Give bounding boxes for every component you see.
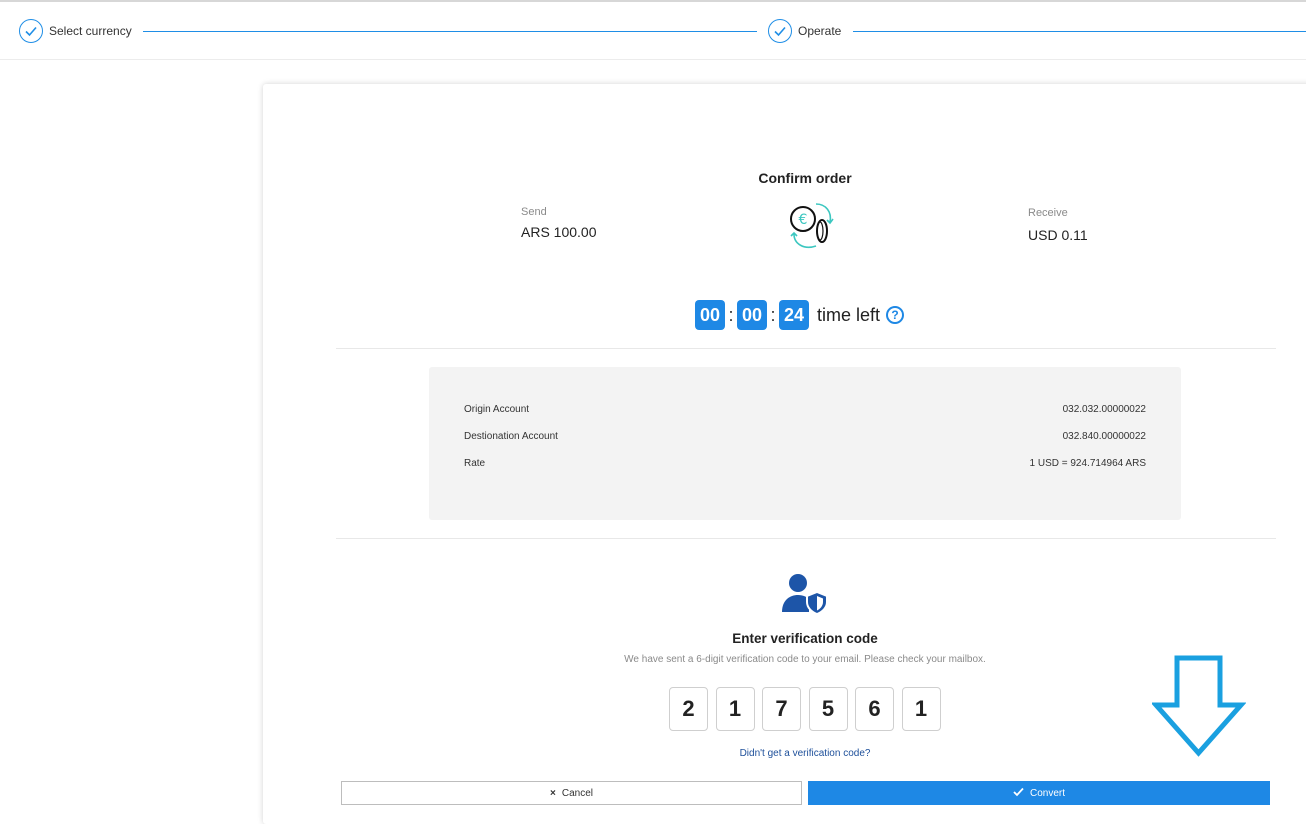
step-operate[interactable]: Operate — [768, 18, 841, 44]
currency-exchange-icon: € — [790, 203, 834, 249]
resend-code-link[interactable]: Didn't get a verification code? — [263, 748, 1306, 759]
order-details-panel: Origin Account 032.032.00000022 Destiona… — [429, 367, 1181, 520]
detail-value: 032.840.00000022 — [1062, 431, 1146, 442]
convert-button-label: Convert — [1029, 787, 1065, 799]
arrow-down-icon — [1152, 655, 1246, 757]
check-icon — [1013, 787, 1024, 800]
verify-title: Enter verification code — [732, 631, 878, 646]
close-icon: × — [550, 787, 556, 799]
receive-label: Receive — [1028, 207, 1068, 219]
timer-separator: : — [728, 304, 734, 325]
svg-text:€: € — [799, 212, 808, 228]
step-select-currency[interactable]: Select currency — [19, 18, 132, 44]
detail-value: 032.032.00000022 — [1062, 404, 1146, 415]
time-left-label: time left — [817, 304, 881, 325]
confirm-order-card: Confirm order Send ARS 100.00 € Receive … — [263, 84, 1306, 824]
step-label: Operate — [798, 24, 842, 38]
code-digit-input[interactable]: 1 — [715, 687, 755, 731]
step-connector — [143, 31, 757, 32]
timer-hours: 00 — [695, 300, 725, 330]
detail-row-rate: Rate 1 USD = 924.714964 ARS — [464, 458, 1146, 472]
code-digit-input[interactable]: 6 — [855, 687, 894, 731]
help-icon[interactable]: ? — [886, 306, 905, 324]
timer-seconds: 24 — [779, 300, 809, 330]
verification-code-inputs: 2 1 7 5 6 1 — [669, 687, 948, 731]
check-icon — [768, 19, 792, 43]
detail-key: Rate — [464, 458, 486, 469]
send-label: Send — [521, 206, 547, 218]
send-amount: ARS 100.00 — [521, 224, 597, 240]
receive-amount: USD 0.11 — [1028, 227, 1088, 243]
cancel-button[interactable]: × Cancel — [341, 781, 802, 805]
code-digit-input[interactable]: 5 — [808, 687, 848, 731]
timer-minutes: 00 — [737, 300, 767, 330]
divider — [336, 348, 1276, 349]
countdown-timer: 00 : 00 : 24 time left ? — [695, 299, 905, 331]
detail-key: Origin Account — [464, 404, 530, 415]
step-label: Select currency — [49, 24, 132, 38]
detail-value: 1 USD = 924.714964 ARS — [1029, 458, 1146, 469]
detail-key: Destionation Account — [464, 431, 558, 442]
user-shield-icon — [782, 574, 828, 614]
timer-separator: : — [770, 304, 776, 325]
stepper: Select currency Operate — [0, 0, 1306, 60]
confirm-order-title: Confirm order — [758, 170, 852, 186]
divider — [336, 538, 1276, 539]
code-digit-input[interactable]: 7 — [762, 687, 801, 731]
check-icon — [19, 19, 43, 43]
step-connector — [853, 31, 1306, 32]
detail-row-origin: Origin Account 032.032.00000022 — [464, 404, 1146, 418]
cancel-button-label: Cancel — [561, 787, 593, 799]
code-digit-input[interactable]: 1 — [901, 687, 941, 731]
convert-button[interactable]: Convert — [808, 781, 1270, 805]
verify-subtitle: We have sent a 6-digit verification code… — [624, 654, 986, 665]
detail-row-destination: Destionation Account 032.840.00000022 — [464, 431, 1146, 445]
code-digit-input[interactable]: 2 — [669, 687, 708, 731]
